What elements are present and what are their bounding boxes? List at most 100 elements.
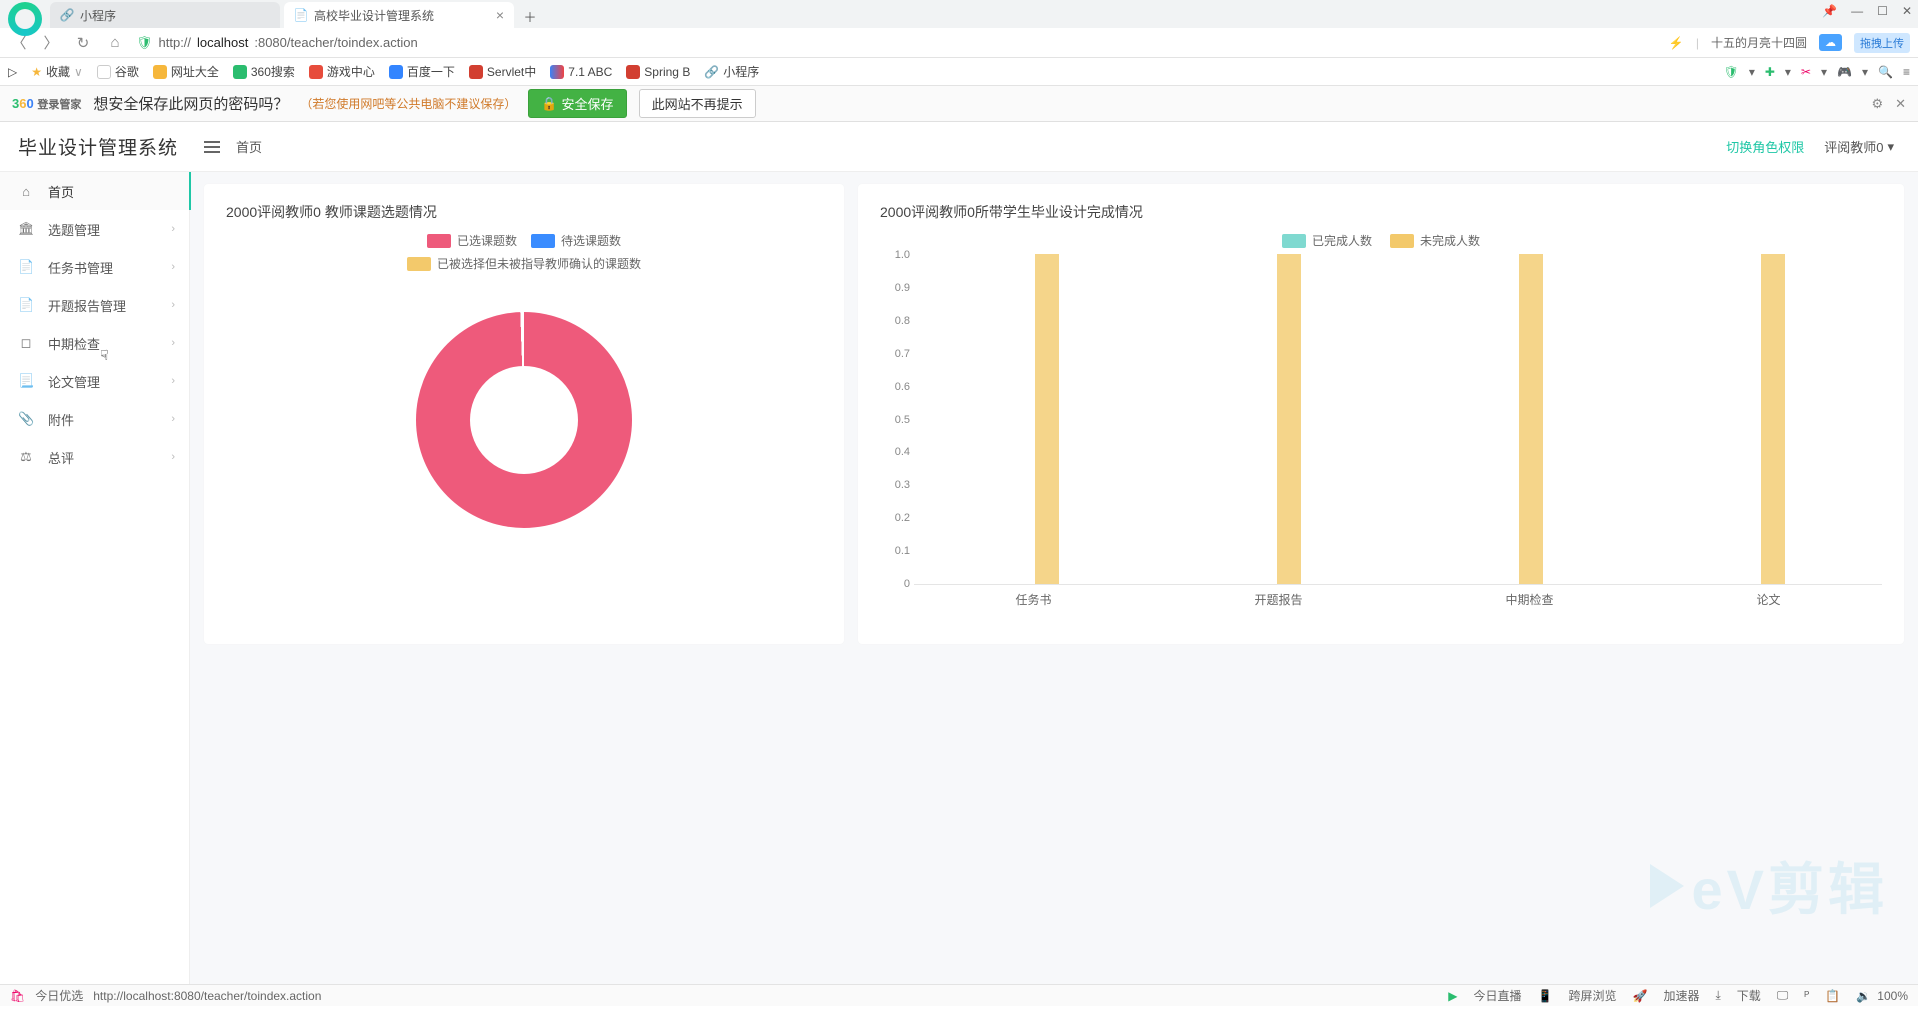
x-label: 开题报告 xyxy=(1254,591,1302,608)
360-icon xyxy=(233,65,247,79)
donut-legend: 已选课题数 待选课题数 已被选择但未被指导教师确认的课题数 xyxy=(226,232,822,272)
url-host: localhost xyxy=(197,35,248,50)
reload-icon[interactable]: ↻ xyxy=(72,34,94,52)
ext-icon[interactable]: ✚ xyxy=(1765,65,1775,79)
chevron-right-icon: › xyxy=(171,299,175,311)
bookmark-item[interactable]: 百度一下 xyxy=(389,63,455,80)
speaker-icon[interactable]: 🔉 xyxy=(1856,989,1871,1003)
sidebar-item-6[interactable]: 📎附件› xyxy=(0,400,189,438)
donut-chart xyxy=(416,312,632,528)
status-item[interactable]: 今日直播 xyxy=(1474,987,1522,1004)
never-save-button[interactable]: 此网站不再提示 xyxy=(639,89,756,118)
security-shield-icon: 🛡 xyxy=(136,35,153,51)
legend-swatch xyxy=(531,234,555,248)
browser-tab-active[interactable]: 📄 高校毕业设计管理系统 × xyxy=(284,2,514,28)
sidebar-icon: 📎 xyxy=(18,411,34,427)
switch-role-link[interactable]: 切换角色权限 xyxy=(1726,137,1804,156)
y-tick: 0.9 xyxy=(880,282,910,294)
status-bar: 🛍 今日优选 http://localhost:8080/teacher/toi… xyxy=(0,984,1918,1006)
y-tick: 0.2 xyxy=(880,512,910,524)
rocket-icon[interactable]: 🚀 xyxy=(1632,989,1647,1003)
legend-item[interactable]: 已选课题数 xyxy=(427,232,517,249)
legend-item[interactable]: 已被选择但未被指导教师确认的课题数 xyxy=(226,255,822,272)
sidebar-toggle-icon[interactable] xyxy=(204,141,220,153)
new-tab-button[interactable]: ＋ xyxy=(518,4,542,28)
phone-icon[interactable]: 📱 xyxy=(1538,989,1553,1003)
site-icon xyxy=(153,65,167,79)
flash-icon[interactable]: ⚡ xyxy=(1669,36,1684,50)
close-window-icon[interactable]: ✕ xyxy=(1902,4,1912,18)
bookmark-item[interactable]: 7.1 ABC xyxy=(550,65,612,79)
close-tab-icon[interactable]: × xyxy=(496,7,504,23)
status-item[interactable]: 加速器 xyxy=(1663,987,1699,1004)
clipboard-icon[interactable]: 📋 xyxy=(1825,989,1840,1003)
legend-item[interactable]: 未完成人数 xyxy=(1390,232,1480,249)
home-icon[interactable]: ⌂ xyxy=(104,34,126,51)
sidebar-item-1[interactable]: 🏛选题管理› xyxy=(0,210,189,248)
pin-icon[interactable]: 📌 xyxy=(1822,4,1837,18)
bookmark-item[interactable]: 谷歌 xyxy=(97,63,139,80)
watermark: eV剪辑 xyxy=(1650,845,1889,926)
play-icon[interactable]: ▶ xyxy=(1448,989,1457,1003)
menu-icon[interactable]: ≡ xyxy=(1903,65,1910,79)
tab-favicon-icon: 📄 xyxy=(294,8,308,22)
abc-icon xyxy=(550,65,564,79)
search-icon[interactable]: 🔍 xyxy=(1878,65,1893,79)
legend-item[interactable]: 已完成人数 xyxy=(1282,232,1372,249)
minimize-icon[interactable]: — xyxy=(1851,4,1863,18)
y-tick: 0.4 xyxy=(880,446,910,458)
screen-icon[interactable]: 🖵 xyxy=(1777,988,1789,1003)
maximize-icon[interactable]: ☐ xyxy=(1877,4,1888,18)
save-password-button[interactable]: 🔒安全保存 xyxy=(528,89,626,118)
download-icon[interactable]: ⤓ xyxy=(1715,988,1720,1003)
status-label[interactable]: 今日优选 xyxy=(35,987,83,1004)
bookmark-item[interactable]: 🔗小程序 xyxy=(704,63,759,80)
bookmark-item[interactable]: ★收藏∨ xyxy=(31,63,83,80)
app-brand: 毕业设计管理系统 xyxy=(0,133,190,160)
sidebar-item-4[interactable]: ◻中期检查› xyxy=(0,324,189,362)
bookmark-item[interactable]: 游戏中心 xyxy=(309,63,375,80)
sidebar-item-3[interactable]: 📄 开题报告管理 › xyxy=(0,286,189,324)
browser-tab[interactable]: 🔗 小程序 xyxy=(50,2,280,28)
gear-icon[interactable]: ⚙ xyxy=(1871,96,1883,112)
drag-upload-button[interactable]: 拖拽上传 xyxy=(1854,33,1910,53)
zoom-control[interactable]: 🔉 100% xyxy=(1856,989,1908,1003)
sidebar-icon: ⚖ xyxy=(18,449,34,465)
bookmark-item[interactable]: Spring B xyxy=(626,65,690,79)
bookmark-item[interactable]: Servlet中 xyxy=(469,63,536,80)
status-item[interactable]: 跨屏浏览 xyxy=(1568,987,1616,1004)
bm-toggle-icon[interactable]: ▷ xyxy=(8,65,17,79)
x-label: 中期检查 xyxy=(1505,591,1553,608)
sidebar-label: 开题报告管理 xyxy=(48,296,126,315)
browser-tab-bar: 🔗 小程序 📄 高校毕业设计管理系统 × ＋ 📌 — ☐ ✕ xyxy=(0,0,1918,28)
status-item[interactable]: 下载 xyxy=(1737,987,1761,1004)
shield-small-icon[interactable]: 🛡 xyxy=(1724,65,1739,79)
gamepad-icon[interactable]: 🎮 xyxy=(1837,65,1852,79)
user-dropdown[interactable]: 评阅教师0▾ xyxy=(1824,137,1894,156)
scissors-icon[interactable]: ✂ xyxy=(1801,65,1811,79)
url-input[interactable]: 🛡 http://localhost:8080/teacher/toindex.… xyxy=(136,35,1659,51)
sidebar-item-7[interactable]: ⚖总评› xyxy=(0,438,189,476)
cloud-button[interactable]: ☁ xyxy=(1819,34,1842,51)
sidebar-item-5[interactable]: 📃论文管理› xyxy=(0,362,189,400)
x-label: 论文 xyxy=(1756,591,1780,608)
bar xyxy=(1277,254,1301,584)
y-tick: 0.6 xyxy=(880,381,910,393)
sidebar-item-0[interactable]: ⌂首页 xyxy=(0,172,189,210)
pip-icon[interactable]: ᴾ xyxy=(1804,989,1809,1003)
y-tick: 0 xyxy=(880,578,910,590)
bookmark-item[interactable]: 网址大全 xyxy=(153,63,219,80)
bookmark-item[interactable]: 360搜索 xyxy=(233,63,295,80)
sidebar-icon: 📃 xyxy=(18,373,34,389)
sidebar-icon: 📄 xyxy=(18,297,34,313)
baidu-icon xyxy=(389,65,403,79)
shop-icon[interactable]: 🛍 xyxy=(10,989,25,1003)
forward-icon[interactable]: 〉 xyxy=(40,32,62,53)
spring-icon xyxy=(626,65,640,79)
y-tick: 1.0 xyxy=(880,249,910,261)
legend-swatch xyxy=(1390,234,1414,248)
sidebar-item-2[interactable]: 📄任务书管理› xyxy=(0,248,189,286)
legend-item[interactable]: 待选课题数 xyxy=(531,232,621,249)
close-bar-icon[interactable]: ✕ xyxy=(1895,96,1906,112)
sidebar-label: 总评 xyxy=(48,448,74,467)
